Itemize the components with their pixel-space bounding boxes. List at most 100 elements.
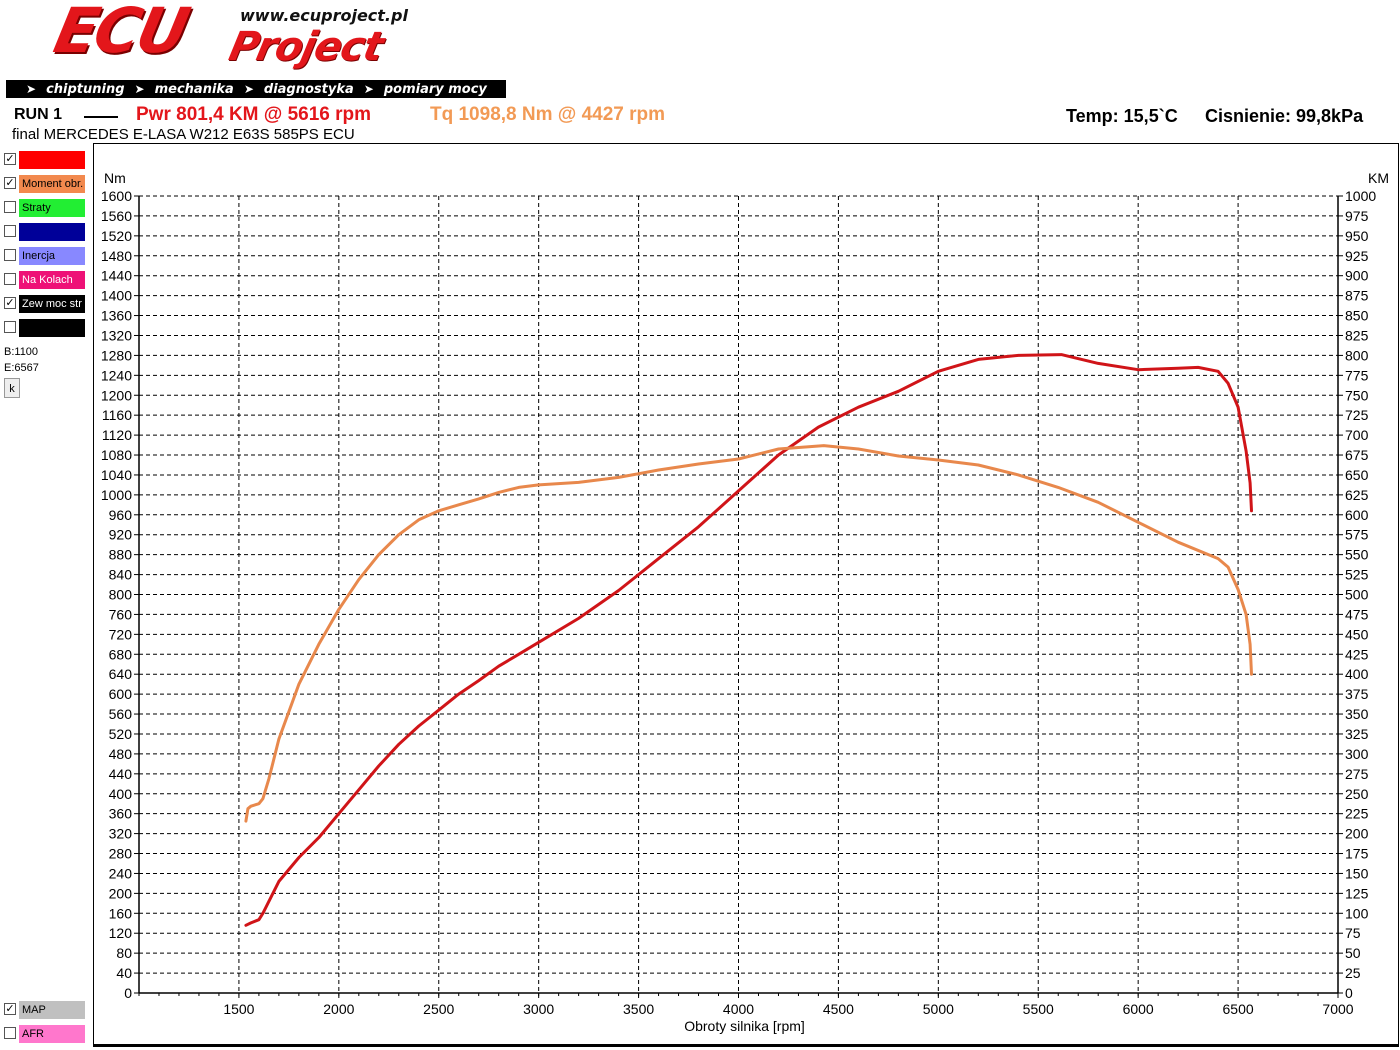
- tick-label-left: 880: [109, 547, 133, 563]
- checkbox[interactable]: ✓: [4, 153, 16, 165]
- tick-label-left: 1320: [101, 327, 132, 343]
- legend-label: [19, 319, 85, 337]
- tick-label-x: 6500: [1223, 1001, 1254, 1017]
- ribbon-item: mechanika: [154, 81, 234, 97]
- checkbox[interactable]: [4, 321, 16, 333]
- checkbox[interactable]: ✓: [4, 177, 16, 189]
- tick-label-left: 760: [109, 606, 133, 622]
- tick-label-x: 4500: [823, 1001, 854, 1017]
- legend-item[interactable]: ✓ MAP: [4, 1001, 86, 1019]
- tick-label-left: 1080: [101, 447, 132, 463]
- tick-label-right: 700: [1345, 427, 1369, 443]
- tick-label-right: 0: [1345, 985, 1353, 1001]
- tick-label-x: 3500: [623, 1001, 654, 1017]
- legend-item[interactable]: ✓ Zew moc str: [4, 295, 86, 313]
- checkbox[interactable]: [4, 273, 16, 285]
- tick-label-x: 2500: [423, 1001, 454, 1017]
- k-button[interactable]: k: [4, 378, 20, 398]
- legend-label: AFR: [19, 1025, 85, 1043]
- checkbox[interactable]: [4, 225, 16, 237]
- dyno-chart: 0 40 80 120 160 200 240 280 320 360 400 440 480 520 56…: [101, 170, 1389, 1034]
- temperature-readout: Temp: 15,5`C: [1066, 106, 1178, 126]
- legend-item[interactable]: AFR: [4, 1025, 86, 1043]
- tick-label-left: 600: [109, 686, 133, 702]
- logo-url: www.ecuproject.pl: [240, 6, 408, 25]
- tick-label-right: 100: [1345, 905, 1369, 921]
- peak-power-readout: Pwr 801,4 KM @ 5616 rpm: [136, 104, 372, 125]
- legend-label: MAP: [19, 1001, 85, 1019]
- tick-label-left: 120: [109, 925, 133, 941]
- arrow-icon: ➤: [134, 82, 145, 96]
- tick-label-right: 925: [1345, 248, 1369, 264]
- tick-label-right: 500: [1345, 587, 1369, 603]
- run-label: RUN 1: [14, 106, 63, 123]
- legend-item[interactable]: ✓ Moment obr.: [4, 175, 86, 193]
- checkbox[interactable]: [4, 1027, 16, 1039]
- tick-label-right: 800: [1345, 347, 1369, 363]
- legend-label: Inercja: [19, 247, 85, 265]
- checkbox[interactable]: ✓: [4, 1003, 16, 1015]
- tick-label-left: 240: [109, 865, 133, 881]
- tick-label-left: 720: [109, 626, 133, 642]
- tick-label-left: 680: [109, 646, 133, 662]
- tick-label-right: 675: [1345, 447, 1369, 463]
- tick-label-right: 975: [1345, 208, 1369, 224]
- tick-label-right: 950: [1345, 228, 1369, 244]
- tick-label-left: 960: [109, 507, 133, 523]
- ribbon-item: pomiary mocy: [383, 81, 487, 97]
- checkbox[interactable]: ✓: [4, 297, 16, 309]
- checkbox[interactable]: [4, 249, 16, 261]
- tick-label-left: 360: [109, 806, 133, 822]
- tick-label-right: 625: [1345, 487, 1369, 503]
- tick-label-right: 275: [1345, 766, 1369, 782]
- legend-item[interactable]: ✓ Moc: [4, 151, 86, 169]
- checkbox[interactable]: [4, 201, 16, 213]
- tick-label-left: 1120: [102, 427, 132, 443]
- tick-label-right: 550: [1345, 547, 1369, 563]
- run-description: final MERCEDES E-LASA W212 E63S 585PS EC…: [12, 126, 355, 143]
- legend-item[interactable]: [4, 319, 86, 337]
- tick-label-right: 125: [1345, 885, 1369, 901]
- tick-label-right: 725: [1345, 407, 1369, 423]
- tick-label-right: 350: [1345, 706, 1369, 722]
- tick-label-right: 450: [1345, 626, 1369, 642]
- arrow-icon: ➤: [363, 82, 374, 96]
- tick-label-left: 80: [116, 945, 132, 961]
- logo-project-text: Project: [225, 24, 387, 70]
- legend-item[interactable]: Na Kolach: [4, 271, 86, 289]
- tick-label-left: 1440: [101, 268, 132, 284]
- legend-label: Moc: [19, 151, 85, 169]
- tick-label-right: 875: [1345, 288, 1369, 304]
- tick-label-left: 560: [109, 706, 133, 722]
- tick-label-right: 250: [1345, 786, 1369, 802]
- tick-label-right: 225: [1345, 806, 1369, 822]
- ribbon-item: chiptuning: [46, 81, 125, 97]
- tick-label-x: 2000: [323, 1001, 354, 1017]
- tick-label-right: 525: [1345, 567, 1369, 583]
- tick-label-right: 575: [1345, 527, 1369, 543]
- y-axis-left-label: Nm: [104, 170, 126, 186]
- ribbon-item: diagnostyka: [263, 81, 354, 97]
- legend-item[interactable]: Straty: [4, 199, 86, 217]
- tick-label-right: 400: [1345, 666, 1369, 682]
- tick-label-left: 920: [109, 527, 133, 543]
- arrow-icon: ➤: [26, 82, 37, 96]
- tick-label-right: 1000: [1345, 188, 1376, 204]
- tick-label-right: 850: [1345, 308, 1369, 324]
- legend-item[interactable]: Moc na kole: [4, 223, 86, 241]
- arrow-icon: ➤: [243, 82, 254, 96]
- tick-label-left: 1240: [101, 367, 132, 383]
- tick-label-left: 1040: [101, 467, 132, 483]
- legend-item[interactable]: Inercja: [4, 247, 86, 265]
- tick-label-left: 480: [109, 746, 133, 762]
- tick-label-right: 25: [1345, 965, 1361, 981]
- tick-label-left: 840: [109, 567, 133, 583]
- tick-label-right: 50: [1345, 945, 1361, 961]
- tick-label-x: 1500: [223, 1001, 254, 1017]
- tick-label-right: 375: [1345, 686, 1369, 702]
- series-line-torque: [244, 444, 1253, 823]
- bottom-border: [93, 1044, 1399, 1046]
- tick-label-left: 40: [116, 965, 132, 981]
- tick-label-left: 1520: [101, 228, 132, 244]
- tick-label-left: 1160: [102, 407, 132, 423]
